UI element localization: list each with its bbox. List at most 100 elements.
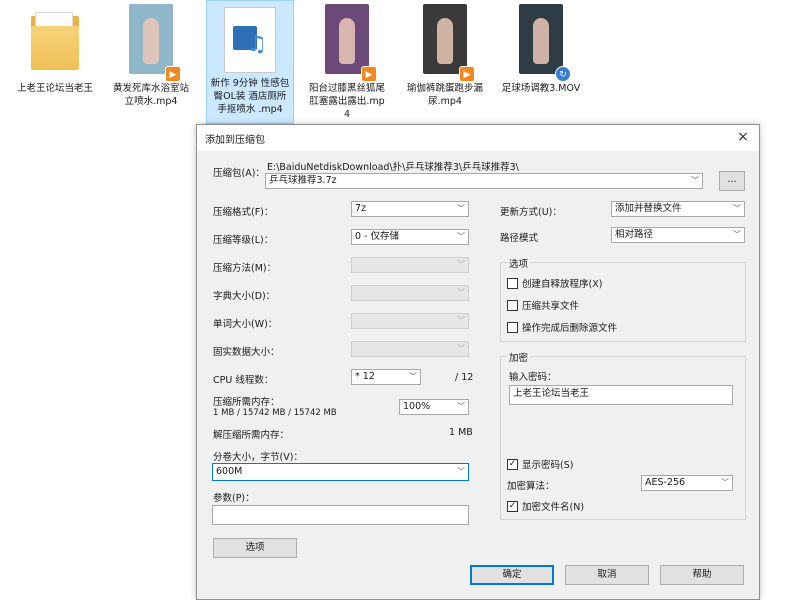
chevron-down-icon: ﹀: [457, 344, 465, 353]
video-thumbnail: [325, 4, 369, 74]
chevron-down-icon: ﹀: [457, 402, 465, 411]
update-select[interactable]: 添加并替换文件 ﹀: [611, 201, 745, 217]
mem-compress-detail: 1 MB / 15742 MB / 15742 MB: [213, 408, 337, 418]
check-icon: ✓: [507, 458, 518, 470]
password-label: 输入密码：: [509, 372, 557, 383]
method-select: ﹀: [351, 257, 469, 273]
file-name: 新作 9分钟 性感包臀OL装 酒店厕所手抠喷水 .mp4: [210, 78, 290, 115]
cpu-select[interactable]: * 12 ﹀: [351, 369, 421, 385]
browse-button[interactable]: ...: [719, 171, 745, 191]
video-thumbnail: [519, 4, 563, 74]
show-password-checkbox[interactable]: ✓ 显示密码(S): [507, 457, 573, 471]
delete-source-checkbox[interactable]: 操作完成后删除源文件: [507, 320, 617, 334]
options-button[interactable]: 选项: [213, 538, 297, 558]
dialog-title: 添加到压缩包: [205, 135, 265, 146]
chevron-down-icon: ﹀: [733, 230, 741, 239]
desktop-file-video-4[interactable]: ↻ 足球场调教3.MOV: [498, 0, 584, 112]
path-label: 路径模式: [500, 233, 539, 244]
play-badge-icon: ▶: [459, 66, 475, 82]
close-icon[interactable]: ×: [735, 129, 751, 145]
archive-label: 压缩包(A)：: [213, 168, 265, 179]
checkbox-box: [507, 299, 518, 311]
sfx-label: 创建自释放程序(X): [522, 279, 603, 290]
update-value: 添加并替换文件: [615, 203, 682, 214]
options-group-title: 选项: [507, 256, 531, 270]
file-name: 上老王论坛当老王: [16, 83, 93, 94]
video-thumbnail: [129, 4, 173, 74]
mem-decompress-value: 1 MB: [449, 427, 473, 438]
enc-method-select[interactable]: AES-256 ﹀: [641, 475, 733, 491]
chevron-down-icon: ﹀: [457, 288, 465, 297]
params-input[interactable]: [212, 505, 469, 525]
desktop-file-video-3[interactable]: ▶ 瑜伽裤跳蛋跑步漏尿.mp4: [402, 0, 488, 112]
shared-label: 压缩共享文件: [522, 301, 580, 312]
chevron-down-icon: ﹀: [721, 478, 729, 487]
chevron-down-icon: ﹀: [457, 467, 465, 476]
checkbox-box: [507, 321, 518, 333]
level-label: 压缩等级(L)：: [213, 235, 274, 246]
file-name: 瑜伽裤跳蛋跑步漏尿.mp4: [406, 83, 483, 107]
params-label: 参数(P)：: [213, 493, 255, 504]
archive-name-combo[interactable]: 乒乓球推荐3.7z ﹀: [265, 173, 703, 189]
dict-select: ﹀: [351, 285, 469, 301]
sfx-checkbox[interactable]: 创建自释放程序(X): [507, 276, 602, 290]
enc-method-value: AES-256: [645, 477, 686, 488]
password-input[interactable]: 上老王论坛当老王: [509, 385, 733, 405]
file-name: 足球场调教3.MOV: [501, 83, 581, 94]
desktop-file-video-2[interactable]: ▶ 阳台过膝黑丝狐尾肛塞露出露出.mp4: [304, 0, 390, 120]
folder-icon: [27, 8, 83, 72]
chevron-down-icon: ﹀: [733, 204, 741, 213]
options-group: 选项 创建自释放程序(X) 压缩共享文件 操作完成后删除源文件: [500, 256, 746, 342]
archive-path: E:\BaiduNetdiskDownload\扑\乒乓球推荐3\乒乓球推荐3\: [267, 162, 519, 173]
dict-label: 字典大小(D)：: [213, 291, 276, 302]
file-name: 黄发死库水浴室站立喷水.mp4: [112, 83, 189, 107]
cpu-label: CPU 线程数：: [213, 375, 274, 386]
volume-combo[interactable]: 600M ﹀: [212, 463, 469, 481]
delete-source-label: 操作完成后删除源文件: [522, 323, 618, 334]
help-button[interactable]: 帮助: [660, 565, 744, 585]
format-label: 压缩格式(F)：: [213, 207, 274, 218]
mem-percent-value: 100%: [403, 401, 431, 412]
checkbox-box: [507, 277, 518, 289]
dialog-titlebar[interactable]: 添加到压缩包 ×: [197, 125, 759, 151]
path-select[interactable]: 相对路径 ﹀: [611, 227, 745, 243]
desktop-file-folder[interactable]: 上老王论坛当老王: [12, 0, 98, 112]
format-select[interactable]: 7z ﹀: [351, 201, 469, 217]
path-value: 相对路径: [615, 229, 654, 240]
solid-select: ﹀: [351, 341, 469, 357]
play-badge-icon: ▶: [361, 66, 377, 82]
chevron-down-icon: ﹀: [457, 204, 465, 213]
method-label: 压缩方法(M)：: [213, 263, 277, 274]
mem-percent-select[interactable]: 100% ﹀: [399, 399, 469, 415]
solid-label: 固实数据大小：: [213, 347, 280, 358]
encrypt-names-checkbox[interactable]: ✓ 加密文件名(N): [507, 499, 584, 513]
video-thumbnail: [423, 4, 467, 74]
chevron-down-icon: ﹀: [457, 316, 465, 325]
encrypt-names-label: 加密文件名(N): [522, 502, 585, 513]
chevron-down-icon: ﹀: [457, 232, 465, 241]
check-icon: ✓: [507, 500, 518, 512]
cancel-button[interactable]: 取消: [565, 565, 649, 585]
cpu-total: / 12: [455, 372, 474, 383]
desktop-file-video-1[interactable]: ▶ 黄发死库水浴室站立喷水.mp4: [108, 0, 194, 112]
mem-compress-label: 压缩所需内存：: [213, 397, 280, 408]
refresh-badge-icon: ↻: [555, 66, 571, 82]
archive-name-value: 乒乓球推荐3.7z: [269, 175, 337, 186]
format-value: 7z: [355, 203, 367, 214]
add-to-archive-dialog: 添加到压缩包 × 压缩包(A)： E:\BaiduNetdiskDownload…: [196, 124, 760, 600]
level-select[interactable]: 0 - 仅存储 ﹀: [351, 229, 469, 245]
cpu-value: * 12: [355, 371, 375, 382]
chevron-down-icon: ﹀: [691, 176, 699, 185]
media-file-icon: ♫: [224, 7, 276, 73]
play-badge-icon: ▶: [165, 66, 181, 82]
word-label: 单词大小(W)：: [213, 319, 278, 330]
shared-checkbox[interactable]: 压缩共享文件: [507, 298, 579, 312]
chevron-down-icon: ﹀: [409, 372, 417, 381]
encryption-group: 加密 输入密码： 上老王论坛当老王 ✓ 显示密码(S) 加密算法： AES-256…: [500, 350, 746, 520]
desktop-file-media-selected[interactable]: ♫ 新作 9分钟 性感包臀OL装 酒店厕所手抠喷水 .mp4: [206, 0, 294, 124]
volume-label: 分卷大小，字节(V)：: [213, 452, 303, 463]
mem-decompress-label: 解压缩所需内存：: [213, 430, 290, 441]
chevron-down-icon: ﹀: [457, 260, 465, 269]
ok-button[interactable]: 确定: [470, 565, 554, 585]
encryption-group-title: 加密: [507, 350, 531, 364]
